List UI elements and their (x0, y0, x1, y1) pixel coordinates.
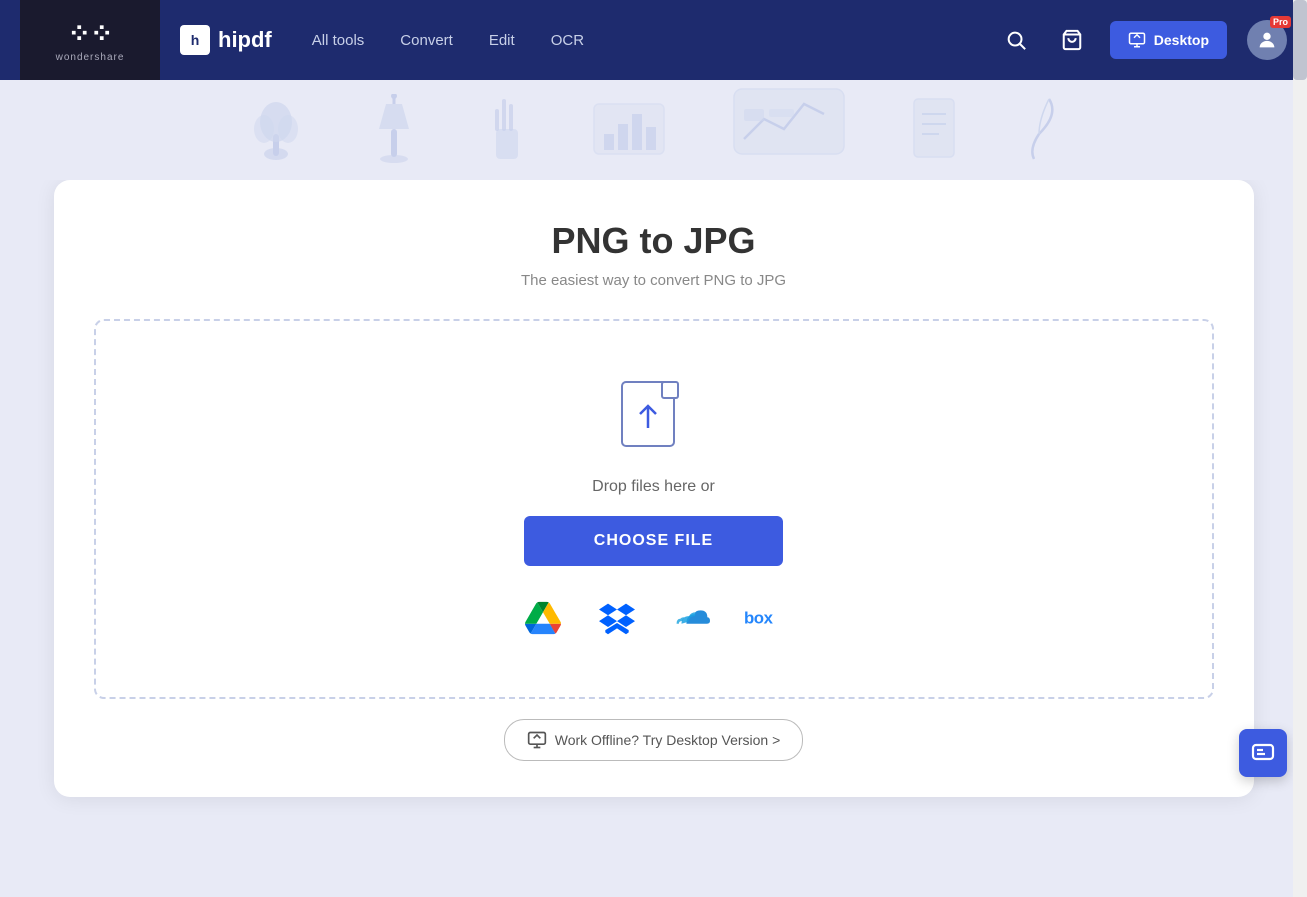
cloud-service-icons: box (521, 596, 787, 640)
deco-monitor-icon (729, 84, 849, 175)
nav-links: All tools Convert Edit OCR (312, 32, 998, 49)
google-drive-icon (525, 600, 561, 636)
conversion-card: PNG to JPG The easiest way to convert PN… (54, 180, 1254, 797)
pro-badge: Pro (1270, 16, 1291, 28)
svg-text:box: box (744, 609, 774, 628)
deco-plant-icon (249, 94, 304, 175)
deco-document-icon (909, 94, 959, 175)
hipdf-brand-link[interactable]: h hipdf (180, 25, 272, 55)
google-drive-button[interactable] (521, 596, 565, 640)
drop-text: Drop files here or (592, 478, 715, 496)
wondershare-brand: ⁘⁘ wondershare (20, 0, 160, 80)
wondershare-label: wondershare (56, 52, 125, 63)
deco-lamp-icon (364, 94, 424, 175)
dropbox-button[interactable] (595, 596, 639, 640)
page-subtitle: The easiest way to convert PNG to JPG (94, 272, 1214, 289)
main-content: PNG to JPG The easiest way to convert PN… (0, 180, 1307, 837)
hipdf-brand-text: hipdf (218, 27, 272, 53)
box-button[interactable]: box (743, 596, 787, 640)
cart-icon (1061, 29, 1083, 51)
deco-header (0, 80, 1307, 180)
dropbox-icon (599, 600, 635, 636)
offline-text: Work Offline? Try Desktop Version > (555, 732, 781, 748)
deco-icons-row (249, 84, 1059, 180)
box-icon: box (744, 607, 786, 629)
desktop-button[interactable]: Desktop (1110, 21, 1227, 59)
navbar: ⁘⁘ wondershare h hipdf All tools Convert… (0, 0, 1307, 80)
onedrive-icon (672, 603, 710, 633)
desktop-icon (1128, 31, 1146, 49)
nav-convert[interactable]: Convert (400, 32, 453, 49)
wondershare-logo: ⁘⁘ (68, 17, 113, 50)
page-title: PNG to JPG (94, 220, 1214, 262)
nav-all-tools[interactable]: All tools (312, 32, 365, 49)
user-avatar[interactable]: Pro (1247, 20, 1287, 60)
scrollbar[interactable] (1293, 0, 1307, 897)
nav-edit[interactable]: Edit (489, 32, 515, 49)
user-icon (1256, 29, 1278, 51)
deco-pencil-icon (484, 94, 529, 175)
onedrive-button[interactable] (669, 596, 713, 640)
nav-actions: Desktop Pro (998, 20, 1287, 60)
offline-banner: Work Offline? Try Desktop Version > (94, 719, 1214, 761)
choose-file-button[interactable]: CHOOSE FILE (524, 516, 783, 566)
desktop-offline-icon (527, 730, 547, 750)
hipdf-logo-icon: h (180, 25, 210, 55)
message-icon (1251, 741, 1275, 765)
offline-pill[interactable]: Work Offline? Try Desktop Version > (504, 719, 804, 761)
search-button[interactable] (998, 22, 1034, 58)
deco-chart-icon (589, 94, 669, 175)
drop-zone[interactable]: Drop files here or CHOOSE FILE (94, 319, 1214, 699)
cart-button[interactable] (1054, 22, 1090, 58)
search-icon (1005, 29, 1027, 51)
float-message-button[interactable] (1239, 729, 1287, 777)
scrollbar-thumb[interactable] (1293, 0, 1307, 80)
upload-icon (618, 378, 690, 458)
nav-ocr[interactable]: OCR (551, 32, 584, 49)
deco-quill-icon (1019, 94, 1059, 175)
